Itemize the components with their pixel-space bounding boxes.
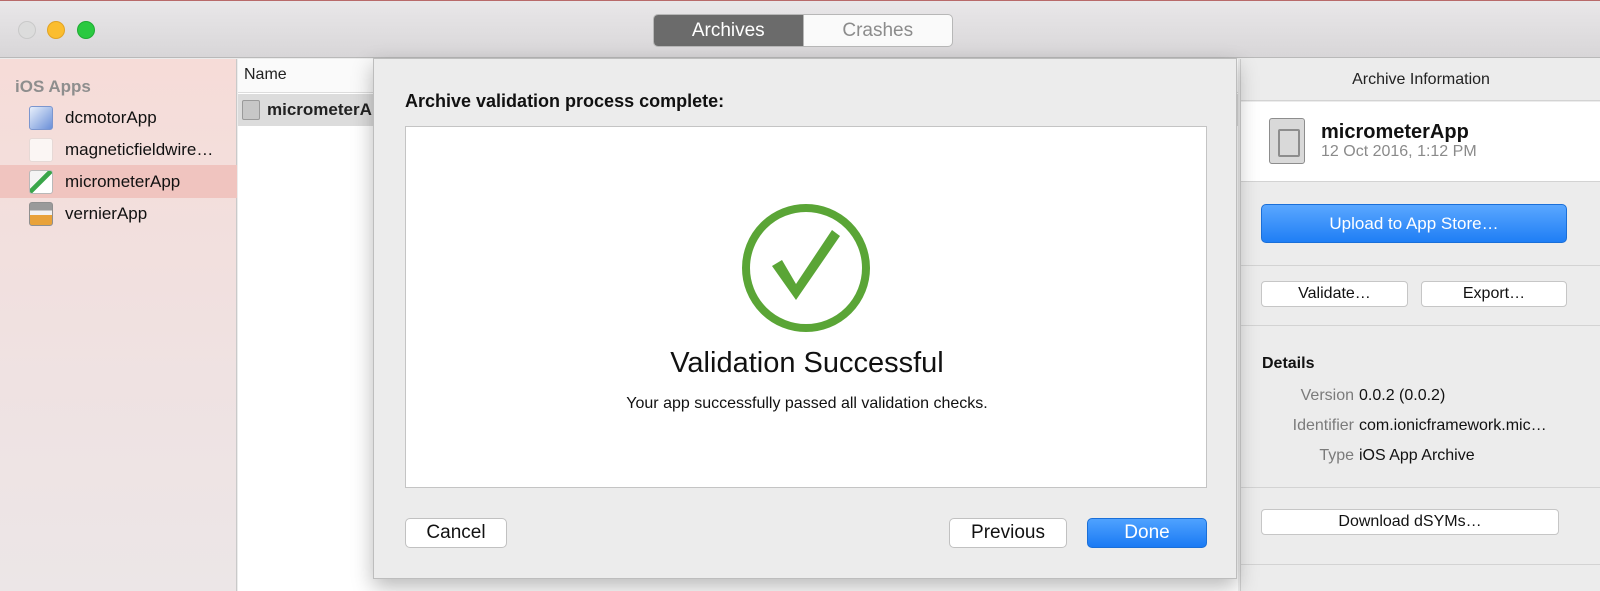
download-dsyms-button[interactable]: Download dSYMs…: [1261, 509, 1559, 535]
detail-value: 0.0.2 (0.0.2): [1359, 387, 1446, 404]
export-button[interactable]: Export…: [1421, 281, 1567, 307]
success-checkmark-icon: [742, 204, 870, 332]
sidebar-item-magneticfieldwire[interactable]: magneticfieldwire…: [0, 133, 237, 166]
archive-document-icon: [1269, 118, 1305, 164]
titlebar: Archives Crashes: [0, 1, 1600, 58]
archive-icon: [242, 100, 260, 120]
detail-row-type: Type iOS App Archive: [1241, 447, 1600, 469]
archive-row-name: micrometerAp: [267, 100, 383, 119]
sheet-title: Archive validation process complete:: [405, 91, 725, 111]
close-window-button[interactable]: [18, 21, 36, 39]
validation-result-panel: Validation Successful Your app successfu…: [405, 126, 1207, 488]
minimize-window-button[interactable]: [47, 21, 65, 39]
xcode-organizer-window: Archives Crashes iOS Apps dcmotorApp mag…: [0, 0, 1600, 591]
detail-value: iOS App Archive: [1359, 447, 1475, 464]
app-icon-micrometer: [29, 169, 53, 194]
tab-crashes[interactable]: Crashes: [802, 15, 953, 46]
archive-name: micrometerApp: [1321, 121, 1469, 143]
sidebar-heading: iOS Apps: [15, 77, 91, 96]
validate-button[interactable]: Validate…: [1261, 281, 1408, 307]
app-icon-magneticfield: [29, 137, 53, 162]
organizer-segmented-control: Archives Crashes: [653, 14, 953, 47]
cancel-button[interactable]: Cancel: [405, 518, 507, 548]
sidebar-item-label: micrometerApp: [65, 171, 181, 191]
detail-key: Version: [1300, 387, 1354, 404]
sidebar-item-dcmotorapp[interactable]: dcmotorApp: [0, 101, 237, 134]
success-title: Validation Successful: [670, 347, 944, 379]
archive-inspector: Archive Information micrometerApp 12 Oct…: [1240, 59, 1600, 591]
validation-sheet: Archive validation process complete: Val…: [373, 58, 1237, 579]
sidebar-item-label: magneticfieldwire…: [65, 139, 214, 159]
divider: [1241, 487, 1600, 488]
detail-value: com.ionicframework.mic…: [1359, 417, 1547, 434]
app-icon-vernier: [29, 201, 53, 226]
detail-key: Identifier: [1292, 417, 1354, 434]
details-heading: Details: [1262, 355, 1315, 372]
zoom-window-button[interactable]: [77, 21, 95, 39]
divider: [1241, 564, 1600, 565]
success-message: Your app successfully passed all validat…: [626, 395, 988, 412]
sidebar-item-label: vernierApp: [65, 203, 148, 223]
archive-date: 12 Oct 2016, 1:12 PM: [1321, 143, 1477, 160]
sidebar-item-micrometerapp[interactable]: micrometerApp: [0, 165, 237, 198]
app-icon-dcmotor: [29, 105, 53, 130]
column-name-label: Name: [244, 66, 287, 83]
upload-to-app-store-button[interactable]: Upload to App Store…: [1261, 204, 1567, 243]
divider: [1241, 265, 1600, 266]
detail-row-version: Version 0.0.2 (0.0.2): [1241, 387, 1600, 409]
sidebar: iOS Apps dcmotorApp magneticfieldwire… m…: [0, 59, 237, 591]
divider: [1241, 325, 1600, 326]
sidebar-item-vernierapp[interactable]: vernierApp: [0, 197, 237, 230]
detail-key: Type: [1319, 447, 1354, 464]
previous-button[interactable]: Previous: [949, 518, 1067, 548]
archive-summary: micrometerApp 12 Oct 2016, 1:12 PM: [1241, 102, 1600, 182]
tab-archives[interactable]: Archives: [654, 15, 803, 46]
inspector-title: Archive Information: [1241, 59, 1600, 101]
done-button[interactable]: Done: [1087, 518, 1207, 548]
detail-row-identifier: Identifier com.ionicframework.mic…: [1241, 417, 1600, 439]
sidebar-item-label: dcmotorApp: [65, 107, 157, 127]
